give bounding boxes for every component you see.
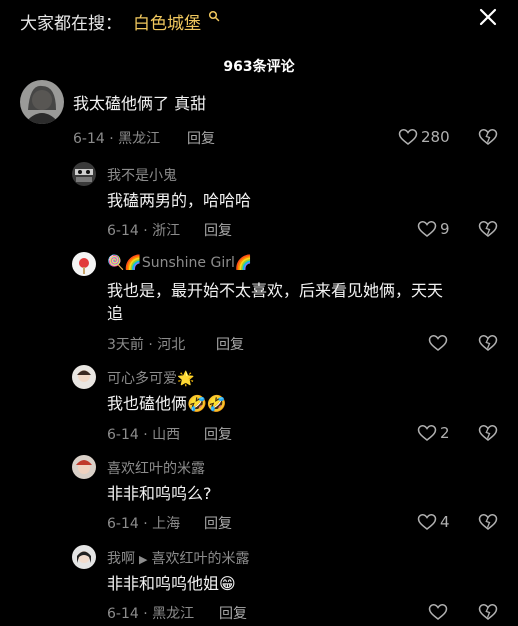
comment-username[interactable]: 喜欢红叶的米露 [107, 458, 205, 478]
reply-arrow-icon: ▶ [139, 553, 148, 566]
comment-date-location: 6-14 · 山西 [107, 427, 181, 443]
comment-item: 喜欢红叶的米露 非非和呜呜么? 6-14 · 上海 回复 4 [0, 455, 518, 537]
comment-username[interactable]: 可心多可爱🌟 [107, 368, 194, 388]
heart-icon [398, 129, 418, 145]
reply-button[interactable]: 回复 [204, 424, 232, 444]
comment-username: 我啊 ▶ 喜欢红叶的米露 [107, 548, 249, 568]
comment-date-location: 6-14 · 黑龙江 [107, 606, 195, 622]
comment-username[interactable]: 我不是小鬼 [107, 165, 177, 185]
comment-text: 我太磕他俩了 真甜 [73, 94, 207, 113]
heart-icon [428, 604, 448, 620]
avatar[interactable] [72, 162, 96, 186]
comment-item: 🍭🌈Sunshine Girl🌈 我也是，最开始不太喜欢，后来看见她俩，天天 追… [0, 252, 518, 357]
comment-text-line-1: 我也是，最开始不太喜欢，后来看见她俩，天天 [107, 281, 444, 300]
reply-button[interactable]: 回复 [216, 334, 244, 354]
heart-icon [417, 514, 437, 530]
comment-text: 非非和呜呜么? [107, 484, 212, 503]
like-count: 2 [440, 424, 450, 442]
like-button[interactable]: 4 [417, 511, 450, 533]
comment-date-location: 6-14 · 黑龙江 [73, 131, 161, 147]
heart-icon [417, 425, 437, 441]
avatar[interactable] [72, 545, 96, 569]
like-button[interactable] [428, 332, 448, 354]
comment-text: 我磕两男的，哈哈哈 [107, 191, 252, 210]
comment-item: 我不是小鬼 我磕两男的，哈哈哈 6-14 · 浙江 回复 9 [0, 162, 518, 244]
comment-username[interactable]: 🍭🌈Sunshine Girl🌈 [107, 255, 252, 271]
reply-button[interactable]: 回复 [219, 603, 247, 623]
dislike-icon[interactable] [478, 423, 498, 443]
dislike-icon[interactable] [478, 219, 498, 239]
like-button[interactable]: 9 [417, 218, 450, 240]
comment-item: 我太磕他俩了 真甜 6-14 · 黑龙江 回复 280 [0, 80, 518, 150]
comment-text: 我也磕他俩🤣🤣 [107, 394, 227, 413]
avatar[interactable] [72, 252, 96, 276]
avatar[interactable] [72, 455, 96, 479]
reply-button[interactable]: 回复 [187, 128, 215, 148]
like-button[interactable]: 2 [417, 422, 450, 444]
avatar[interactable] [72, 365, 96, 389]
comment-text-line-2: 追 [107, 304, 124, 323]
reply-button[interactable]: 回复 [204, 513, 232, 533]
avatar[interactable] [20, 80, 64, 124]
like-count: 280 [421, 128, 450, 146]
dislike-icon[interactable] [478, 512, 498, 532]
comment-date-location: 6-14 · 上海 [107, 516, 181, 532]
reply-author[interactable]: 我啊 [107, 551, 135, 567]
comment-count: 963条评论 [223, 59, 295, 75]
dislike-icon[interactable] [478, 602, 498, 622]
close-icon[interactable] [477, 6, 499, 28]
dislike-icon[interactable] [478, 333, 498, 353]
heart-icon [417, 221, 437, 237]
search-suggestion-term[interactable]: 白色城堡 [133, 9, 201, 34]
comment-item: 可心多可爱🌟 我也磕他俩🤣🤣 6-14 · 山西 回复 2 [0, 365, 518, 447]
heart-icon [428, 335, 448, 351]
search-suggestion-label: 大家都在搜： [20, 14, 122, 34]
comment-date-location: 3天前 · 河北 [107, 337, 186, 353]
comment-text: 非非和呜呜他姐😁 [107, 574, 236, 593]
search-icon[interactable] [208, 10, 220, 22]
comment-date-location: 6-14 · 浙江 [107, 223, 181, 239]
top-bar: 大家都在搜： 白色城堡 [0, 0, 518, 44]
reply-target[interactable]: 喜欢红叶的米露 [151, 551, 249, 567]
reply-button[interactable]: 回复 [204, 220, 232, 240]
like-count: 4 [440, 513, 450, 531]
like-button[interactable]: 280 [398, 126, 450, 148]
comment-item: 我啊 ▶ 喜欢红叶的米露 非非和呜呜他姐😁 6-14 · 黑龙江 回复 [0, 545, 518, 626]
like-count: 9 [440, 220, 450, 238]
dislike-icon[interactable] [478, 127, 498, 147]
like-button[interactable] [428, 601, 448, 623]
